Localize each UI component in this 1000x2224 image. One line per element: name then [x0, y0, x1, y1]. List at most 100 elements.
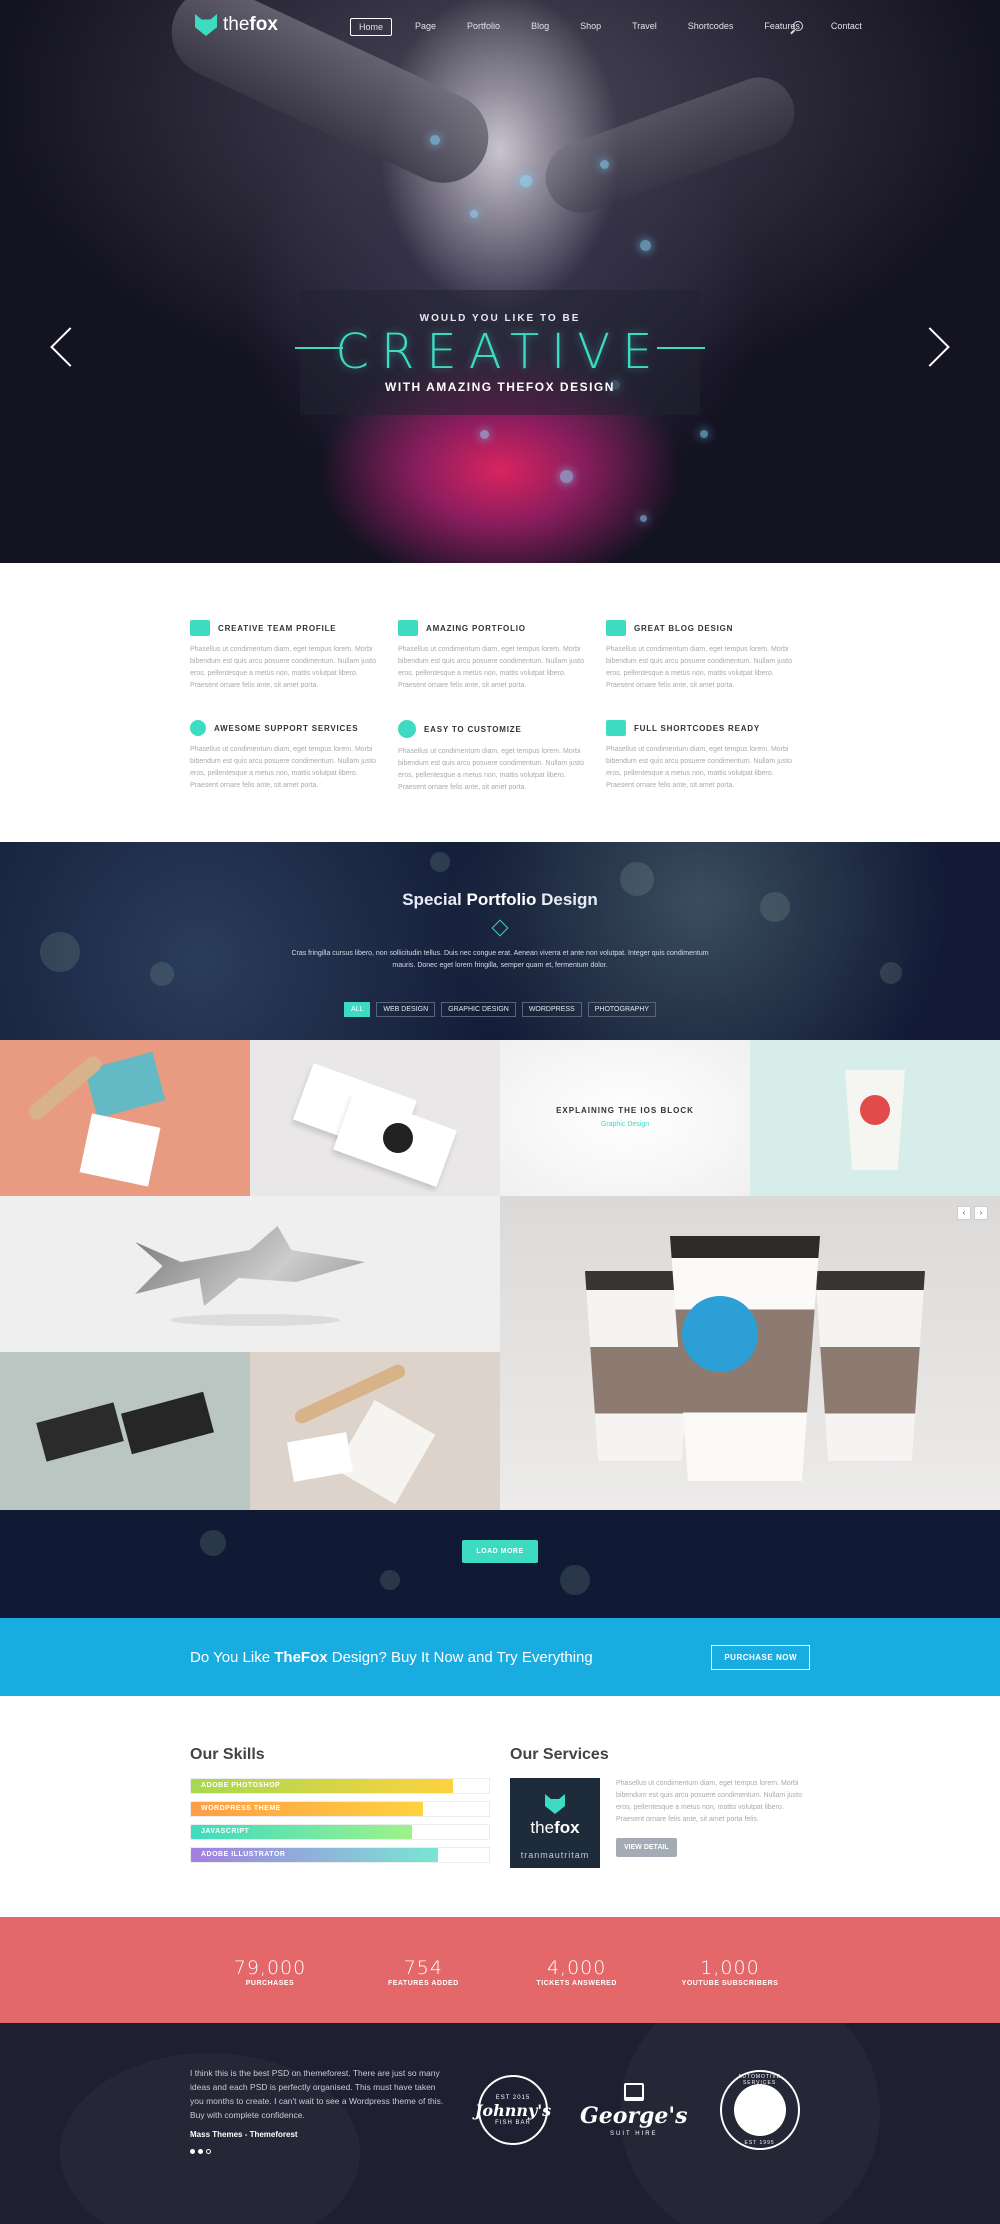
stat-value: 1,000 [700, 1957, 760, 1979]
skill-bar: ADOBE PHOTOSHOP [190, 1778, 490, 1794]
hero-particle [640, 240, 651, 251]
cta-text: Do You Like TheFox Design? Buy It Now an… [190, 1649, 593, 1666]
portfolio-item-identity-kit[interactable] [250, 1352, 500, 1510]
services-title-light: Our [510, 1746, 543, 1763]
portfolio-item-black-cards[interactable] [0, 1352, 250, 1510]
slider-prev-arrow-icon[interactable] [50, 327, 90, 367]
purchase-now-button[interactable]: PURCHASE NOW [711, 1644, 810, 1670]
pager-dot[interactable] [198, 2149, 203, 2154]
bokeh-light [200, 1530, 226, 1556]
filter-web-design[interactable]: WEB DESIGN [376, 1002, 436, 1017]
gallery-next-icon[interactable]: › [974, 1206, 988, 1220]
gallery-prev-icon[interactable]: ‹ [957, 1206, 971, 1220]
nav-item-travel[interactable]: Travel [624, 18, 665, 36]
hero-particle [470, 210, 478, 218]
hero-particle [640, 515, 647, 522]
portfolio-item-paper-cup[interactable] [750, 1040, 1000, 1196]
bokeh-light [380, 1570, 400, 1590]
stationery-letter [79, 1113, 161, 1187]
portfolio-title-bold: Portfolio [466, 890, 537, 909]
client-logo-automotive[interactable]: AUTOMOTIVE SERVICES EST 1995 [719, 2070, 800, 2150]
portfolio-item-shark[interactable] [0, 1196, 500, 1352]
feature-text: Phasellus ut condimentum diam, eget temp… [190, 746, 376, 789]
feature-item: EASY TO CUSTOMIZE Phasellus ut condiment… [398, 720, 588, 794]
portfolio-item-stationery[interactable] [0, 1040, 250, 1196]
nav-item-portfolio[interactable]: Portfolio [459, 18, 508, 36]
pager-dot[interactable] [206, 2149, 211, 2154]
filter-photography[interactable]: PHOTOGRAPHY [587, 1002, 657, 1017]
service-image-title: thefox [510, 1818, 600, 1838]
hero-particle [520, 175, 532, 187]
client-logo-name: Johnny's [474, 2100, 552, 2120]
load-more-button[interactable]: LOAD MORE [462, 1540, 538, 1563]
nav-menu: Home Page Portfolio Blog Shop Travel Sho… [350, 18, 885, 36]
view-detail-button[interactable]: VIEW DETAIL [616, 1838, 677, 1857]
portfolio-title-light: Special [402, 890, 467, 909]
portfolio-item-category[interactable]: Graphic Design [500, 1121, 750, 1128]
features-section: CREATIVE TEAM PROFILE Phasellus ut condi… [0, 563, 1000, 842]
cup-logo [682, 1296, 758, 1372]
hero-slider: thefox Home Page Portfolio Blog Shop Tra… [0, 0, 1000, 563]
portfolio-item-title[interactable]: EXPLAINING THE IOS BLOCK [500, 1106, 750, 1115]
client-logo-name: George's [580, 2103, 688, 2129]
skill-bars: ADOBE PHOTOSHOP WORDPRESS THEME JAVASCRI… [190, 1778, 490, 1863]
skill-bar: WORDPRESS THEME [190, 1801, 490, 1817]
client-logos: EST 2015 Johnny's FISH BAR George's SUIT… [474, 2066, 800, 2154]
filter-all[interactable]: ALL [343, 1002, 371, 1017]
feature-title[interactable]: AWESOME SUPPORT SERVICES [214, 724, 358, 733]
feature-item: CREATIVE TEAM PROFILE Phasellus ut condi… [190, 620, 380, 692]
portfolio-item-business-cards[interactable] [250, 1040, 500, 1196]
filter-graphic-design[interactable]: GRAPHIC DESIGN [441, 1002, 516, 1017]
stat-label: TICKETS ANSWERED [536, 1980, 617, 1987]
services-column: Our Services thefox tranmautritam Phasel… [510, 1746, 810, 1870]
feature-title[interactable]: GREAT BLOG DESIGN [634, 624, 733, 633]
skills-column: Our Skills ADOBE PHOTOSHOP WORDPRESS THE… [190, 1746, 490, 1870]
portfolio-item-coffee-cups[interactable]: ‹ › [500, 1196, 1000, 1510]
service-image-tag: tranmautritam [520, 1850, 590, 1860]
nav-item-blog[interactable]: Blog [523, 18, 557, 36]
skill-bar-label: ADOBE PHOTOSHOP [201, 1782, 281, 1789]
nav-item-shop[interactable]: Shop [572, 18, 609, 36]
portfolio-title: Special Portfolio Design [0, 842, 1000, 910]
stat-label: FEATURES ADDED [387, 1980, 459, 1987]
service-body: Phasellus ut condimentum diam, eget temp… [616, 1778, 806, 1868]
portfolio-item-ios-block[interactable]: EXPLAINING THE IOS BLOCK Graphic Design [500, 1040, 750, 1196]
filter-wordpress[interactable]: WORDPRESS [521, 1002, 582, 1017]
feature-title[interactable]: AMAZING PORTFOLIO [426, 624, 526, 633]
feature-text: Phasellus ut condimentum diam, eget temp… [606, 646, 792, 689]
stat-value: 754 [403, 1957, 443, 1979]
gear-icon [398, 720, 416, 738]
testimonial-pager [190, 2149, 448, 2154]
hero-caption: WOULD YOU LIKE TO BE CREATIVE WITH AMAZI… [295, 290, 705, 415]
nav-item-shortcodes[interactable]: Shortcodes [680, 18, 742, 36]
feature-title[interactable]: FULL SHORTCODES READY [634, 724, 760, 733]
cta-text-bold: TheFox [274, 1648, 328, 1666]
client-logo-georges[interactable]: George's SUIT HIRE [580, 2083, 688, 2137]
stat-item: 4,000 TICKETS ANSWERED [517, 1957, 637, 1987]
slider-next-arrow-icon[interactable] [910, 327, 950, 367]
pager-dot[interactable] [190, 2149, 195, 2154]
testimonial-section: I think this is the best PSD on themefor… [0, 2023, 1000, 2224]
feature-item: AMAZING PORTFOLIO Phasellus ut condiment… [398, 620, 588, 692]
service-image[interactable]: thefox tranmautritam [510, 1778, 600, 1868]
low-poly-shark [135, 1226, 365, 1306]
feature-title[interactable]: CREATIVE TEAM PROFILE [218, 624, 336, 633]
bokeh-light [150, 962, 174, 986]
magnifier-icon [190, 720, 206, 736]
client-logo-johnnys[interactable]: EST 2015 Johnny's FISH BAR [474, 2075, 552, 2145]
stat-label: PURCHASES [245, 1980, 295, 1987]
diamond-icon [491, 919, 509, 937]
nav-item-page[interactable]: Page [407, 18, 444, 36]
skill-bar: ADOBE ILLUSTRATOR [190, 1847, 490, 1863]
nav-item-home[interactable]: Home [350, 18, 393, 36]
stat-item: 754 FEATURES ADDED [363, 1957, 483, 1987]
skill-bar-label: ADOBE ILLUSTRATOR [201, 1851, 286, 1858]
search-icon[interactable] [793, 21, 803, 31]
nav-item-contact[interactable]: Contact [823, 18, 870, 36]
feature-title[interactable]: EASY TO CUSTOMIZE [424, 725, 522, 734]
site-logo[interactable]: thefox [195, 14, 278, 36]
cup-label [860, 1095, 890, 1125]
testimonial-quote: I think this is the best PSD on themefor… [190, 2066, 448, 2154]
hero-arm-right [535, 67, 805, 223]
portfolio-title-tail: Design [536, 890, 598, 909]
